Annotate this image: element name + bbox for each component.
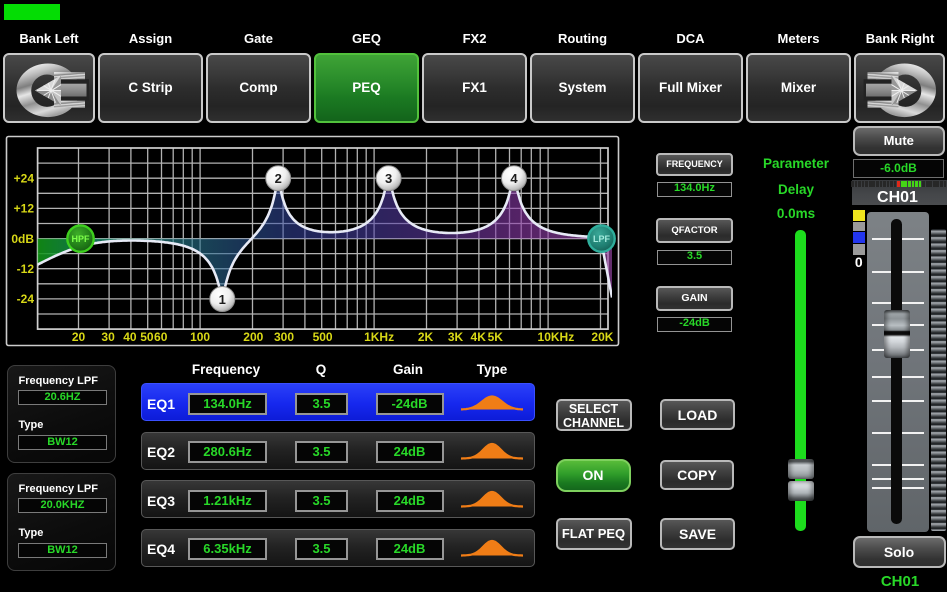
svg-text:500: 500 [313,330,333,344]
svg-text:20: 20 [72,330,86,344]
svg-text:HPF: HPF [72,234,91,244]
svg-text:100: 100 [190,330,210,344]
svg-text:300: 300 [274,330,294,344]
svg-text:+12: +12 [14,202,35,216]
svg-text:50: 50 [140,330,154,344]
svg-text:4K: 4K [471,330,487,344]
svg-text:-12: -12 [17,262,35,276]
svg-text:60: 60 [154,330,168,344]
svg-text:2K: 2K [418,330,434,344]
svg-text:10KHz: 10KHz [538,330,575,344]
svg-text:3: 3 [385,171,392,186]
svg-text:2: 2 [275,171,282,186]
svg-text:40: 40 [123,330,137,344]
svg-text:5K: 5K [488,330,504,344]
svg-text:30: 30 [101,330,115,344]
svg-text:20K: 20K [591,330,613,344]
svg-text:+24: +24 [14,171,35,185]
svg-text:LPF: LPF [593,234,611,244]
svg-text:3K: 3K [448,330,464,344]
svg-text:-24: -24 [17,292,35,306]
svg-text:1: 1 [219,292,226,307]
svg-text:1KHz: 1KHz [364,330,394,344]
svg-text:200: 200 [243,330,263,344]
svg-text:0dB: 0dB [11,232,34,246]
svg-text:4: 4 [510,171,518,186]
